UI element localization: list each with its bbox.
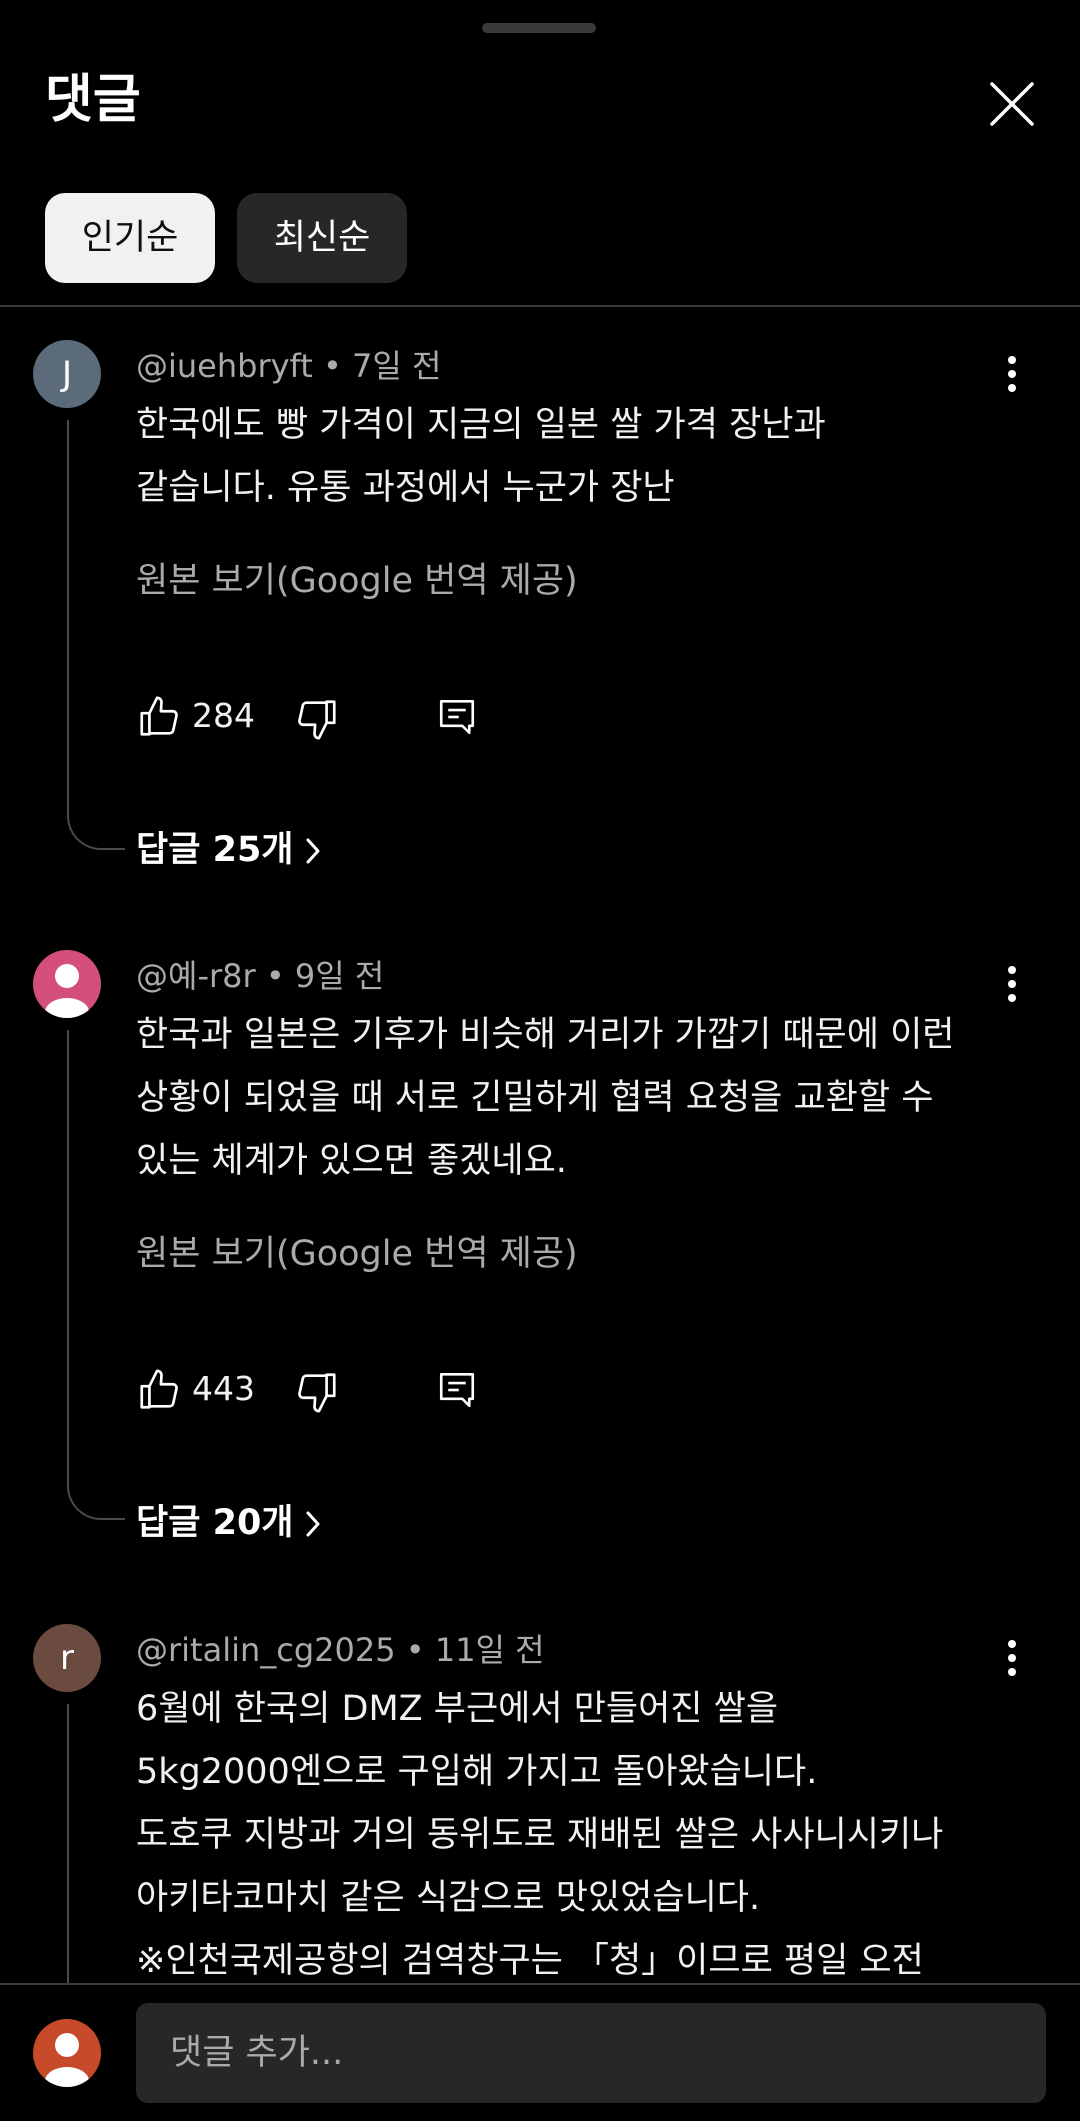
view-replies-button[interactable]: 답글 20개 [136,1495,324,1551]
comment-time: 9일 전 [294,957,385,995]
meta-separator: • [405,1631,435,1669]
sort-chip-newest[interactable]: 최신순 [237,193,407,283]
comment-actions: 284 [136,688,516,744]
comment-item: r @ritalin_cg2025 • 11일 전 6월에 한국의 DMZ 부근… [0,1624,1080,1994]
reply-thread-line [67,1704,69,1994]
comment-more-button[interactable] [994,1636,1030,1680]
comment-meta: @iuehbryft • 7일 전 [136,344,441,388]
meta-separator: • [322,347,353,385]
reply-button[interactable] [436,1369,478,1411]
comment-text-line: 도호쿠 지방과 거의 동위도로 재배된 쌀은 사사니시키나 [136,1815,944,1855]
comment-author[interactable]: @예-r8r [136,957,256,995]
see-original-link[interactable]: 원본 보기(Google 번역 제공) [136,1226,578,1282]
comment-time: 7일 전 [352,347,442,385]
comment-text-line: 한국과 일본은 기후가 비슷해 거리가 가깝기 때문에 이런 [136,1015,955,1055]
comment-text: 한국에도 빵 가격이 지금의 일본 쌀 가격 장난과 같습니다. 유통 과정에서… [136,394,1006,520]
comment-more-button[interactable] [994,962,1030,1006]
comment-more-button[interactable] [994,352,1030,396]
sort-chip-popular[interactable]: 인기순 [45,193,215,283]
comment-text-line: 있는 체계가 있으면 좋겠네요. [136,1141,567,1181]
like-count: 443 [192,1369,255,1408]
comment-composer [0,1983,1080,2121]
replies-label: 답글 25개 [136,830,294,870]
comment-author[interactable]: @ritalin_cg2025 [136,1631,396,1669]
comment-text: 6월에 한국의 DMZ 부근에서 만들어진 쌀을 5kg2000엔으로 구입해 … [136,1678,1016,1993]
reply-thread-line [67,420,125,850]
comment-time: 11일 전 [434,1631,545,1669]
replies-label: 답글 20개 [136,1503,294,1543]
page-title: 댓글 [45,70,141,130]
chevron-right-icon [306,838,319,864]
like-count: 284 [192,696,255,735]
comment-text-line: 한국에도 빵 가격이 지금의 일본 쌀 가격 장난과 [136,405,826,445]
view-replies-button[interactable]: 답글 25개 [136,822,324,878]
comment-author[interactable]: @iuehbryft [136,347,313,385]
meta-separator: • [265,957,295,995]
close-button[interactable] [984,76,1040,132]
avatar[interactable]: J [33,340,101,408]
close-icon [990,82,1034,126]
comment-text-line: 같습니다. 유통 과정에서 누군가 장난 [136,468,675,508]
comment-text-line: 상황이 되었을 때 서로 긴밀하게 협력 요청을 교환할 수 [136,1078,934,1118]
see-original-link[interactable]: 원본 보기(Google 번역 제공) [136,553,578,609]
default-avatar-icon [45,964,89,1018]
more-vert-icon [1008,356,1016,392]
avatar[interactable]: r [33,1624,101,1692]
drag-handle[interactable] [482,23,596,33]
more-vert-icon [1008,1640,1016,1676]
comment-item: J @iuehbryft • 7일 전 한국에도 빵 가격이 지금의 일본 쌀 … [0,340,1080,880]
like-button[interactable] [136,694,182,740]
more-vert-icon [1008,966,1016,1002]
comment-item: @예-r8r • 9일 전 한국과 일본은 기후가 비슷해 거리가 가깝기 때문… [0,950,1080,1550]
comment-text-line: 6월에 한국의 DMZ 부근에서 만들어진 쌀을 [136,1689,779,1729]
chevron-right-icon [306,1511,319,1537]
reply-button[interactable] [436,696,478,738]
reply-thread-line [67,1030,125,1520]
dislike-button[interactable] [294,1369,340,1415]
composer-divider [0,1983,1080,1985]
avatar[interactable] [33,950,101,1018]
dislike-button[interactable] [294,696,340,742]
default-avatar-icon [45,2033,89,2087]
comment-text-line: 5kg2000엔으로 구입해 가지고 돌아왔습니다. [136,1752,818,1792]
comment-actions: 443 [136,1361,516,1417]
like-button[interactable] [136,1367,182,1413]
comment-meta: @ritalin_cg2025 • 11일 전 [136,1628,545,1672]
user-avatar[interactable] [33,2019,101,2087]
comment-text: 한국과 일본은 기후가 비슷해 거리가 가깝기 때문에 이런 상황이 되었을 때… [136,1004,1006,1193]
add-comment-input[interactable] [136,2003,1046,2103]
comment-meta: @예-r8r • 9일 전 [136,954,384,998]
header-divider [0,305,1080,307]
comment-text-line: 아키타코마치 같은 식감으로 맛있었습니다. [136,1878,761,1918]
